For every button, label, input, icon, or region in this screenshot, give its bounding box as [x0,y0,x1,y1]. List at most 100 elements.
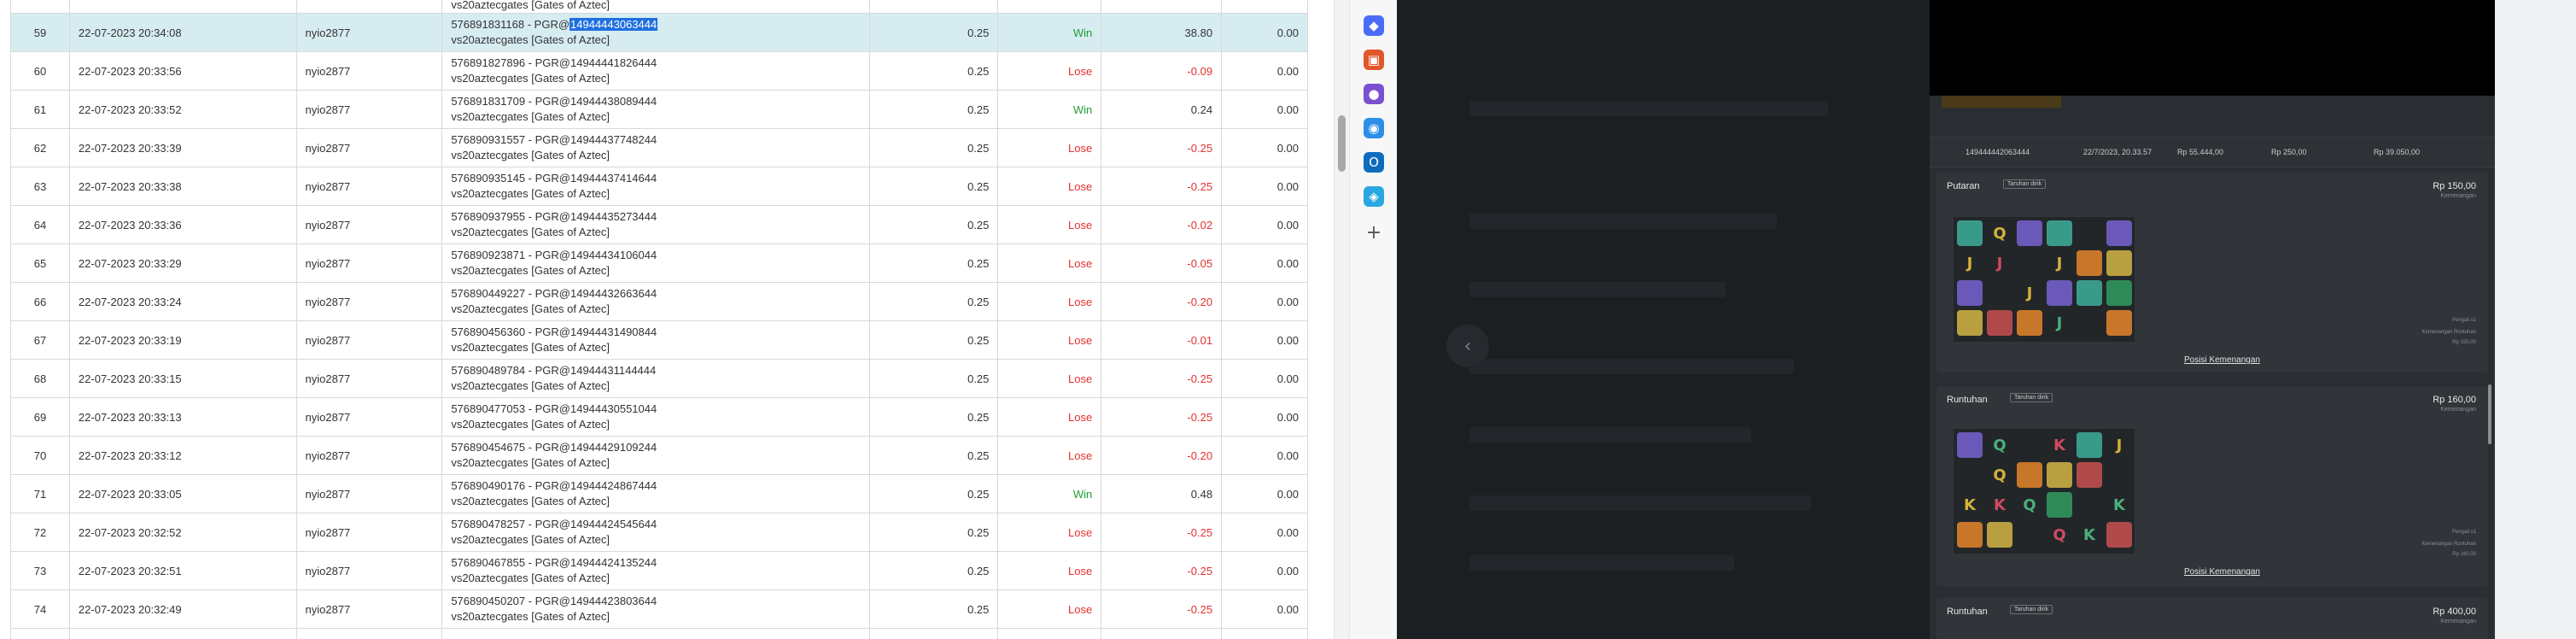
ref-line1: 576891831709 - PGR@14944438089444 [451,94,860,109]
ghost-row [1469,427,1751,443]
slot-symbol-icon [2106,280,2132,306]
row-balance: 0.00 [1221,320,1308,360]
row-winloss: 38.80 [1101,13,1223,52]
table-row[interactable]: 61 22-07-2023 20:33:52 nyio2877 57689183170… [10,90,1308,129]
row-result: Lose [997,513,1102,552]
row-reference: 576891831168 - PGR@14944443063444 vs20azt… [441,13,870,52]
table-row[interactable]: 67 22-07-2023 20:33:19 nyio2877 57689045636… [10,320,1308,360]
row-number: 62 [10,128,70,167]
table-row[interactable]: 59 22-07-2023 20:34:08 nyio2877 57689183116… [10,13,1308,52]
table-row[interactable]: 70 22-07-2023 20:33:12 nyio2877 57689045467… [10,436,1308,475]
slot-symbol-icon [1957,310,1983,336]
row-result: Win [997,13,1102,52]
row-winloss: -0.05 [1101,243,1223,283]
row-result: Win [997,90,1102,129]
table-row[interactable]: 60 22-07-2023 20:33:56 nyio2877 57689182789… [10,51,1308,91]
row-reference: 576890477053 - PGR@14944430551044 vs20azt… [441,397,870,437]
slot-symbol-icon: J [1966,254,1973,273]
table-row-partial[interactable]: vs20aztecgates [Gates of Aztec] [10,0,1308,14]
table-row[interactable]: 66 22-07-2023 20:33:24 nyio2877 57689044922… [10,282,1308,321]
row-number: 70 [10,436,70,475]
table-row[interactable]: 74 22-07-2023 20:32:49 nyio2877 57689045020… [10,589,1308,629]
ref-prefix: 576890450207 - PGR@14944423803644 [451,595,657,607]
row-date: 22-07-2023 20:32:52 [68,513,297,552]
table-row[interactable]: 65 22-07-2023 20:33:29 nyio2877 57689092387… [10,243,1308,283]
slot-symbol-icon [2106,310,2132,336]
note-multiplier: Pengali x1 [2451,530,2476,535]
toolbox-icon[interactable]: ▣ [1364,50,1384,70]
row-date: 22-07-2023 20:33:19 [68,320,297,360]
ref-prefix: 576890489784 - PGR@14944431144444 [451,364,657,377]
section-badge: Taruhan dirik [2003,179,2047,189]
row-reference: 576890931557 - PGR@14944437748244 vs20azt… [441,128,870,167]
ghost-row [1469,214,1777,229]
win-position-link[interactable]: Posisi Kemenangan [2184,355,2260,365]
table-row[interactable]: 71 22-07-2023 20:33:05 nyio2877 57689049017… [10,474,1308,513]
ref-prefix: 576890467855 - PGR@14944424135244 [451,556,657,569]
ref-line1: 576891827896 - PGR@14944441826444 [451,56,860,71]
row-bet: 0.25 [868,205,999,244]
row-result: Lose [997,320,1102,360]
table-row[interactable]: 62 22-07-2023 20:33:39 nyio2877 57689093155… [10,128,1308,167]
row-number: 67 [10,320,70,360]
ref-line2: vs20aztecgates [Gates of Aztec] [451,418,610,431]
ref-prefix: 576890937955 - PGR@14944435273444 [451,210,657,223]
tag-icon[interactable]: ◆ [1364,15,1384,36]
row-number [10,628,70,639]
spin-detail-panel: 149444442063444 22/7/2023, 20.33.57 Rp 5… [1930,0,2495,639]
ref-prefix: 576890456360 - PGR@14944431490844 [451,325,657,338]
row-reference: 576890467855 - PGR@14944424135244 vs20azt… [441,551,870,590]
ref-prefix: 576891827896 - PGR@14944441826444 [451,56,657,69]
slot-symbol-icon [2047,462,2072,488]
row-username: nyio2877 [295,13,443,52]
table-row[interactable]: 576890107843 - PGR@14944423389244 [10,628,1308,639]
ref-line2: vs20aztecgates [Gates of Aztec] [451,341,610,354]
ref-prefix: 576890478257 - PGR@14944424545644 [451,518,657,531]
table-row[interactable]: 64 22-07-2023 20:33:36 nyio2877 57689093795… [10,205,1308,244]
row-result: Win [997,474,1102,513]
table-row[interactable]: 72 22-07-2023 20:32:52 nyio2877 57689047825… [10,513,1308,552]
row-bet: 0.25 [868,397,999,437]
section-title: Runtuhan [1947,607,1988,617]
people-icon[interactable]: ● [1364,84,1384,104]
row-date: 22-07-2023 20:34:08 [68,13,297,52]
row-number: 73 [10,551,70,590]
table-row[interactable]: 68 22-07-2023 20:33:15 nyio2877 57689048978… [10,359,1308,398]
ref-line2: vs20aztecgates [Gates of Aztec] [451,302,610,315]
shopping-icon[interactable]: ◈ [1364,186,1384,207]
row-number: 61 [10,90,70,129]
ref-line2: vs20aztecgates [Gates of Aztec] [451,149,610,161]
slot-symbol-icon: J [2116,436,2123,454]
slot-symbol-icon: J [1996,254,2003,273]
row-number: 69 [10,397,70,437]
row-balance: 0.00 [1221,397,1308,437]
table-row[interactable]: 63 22-07-2023 20:33:38 nyio2877 57689093514… [10,167,1308,206]
row-number: 72 [10,513,70,552]
row-balance: 0.00 [1221,90,1308,129]
row-winloss: -0.25 [1101,589,1223,629]
row-username [295,628,443,639]
selected-text-highlight[interactable]: 14944443063444 [570,18,658,31]
scrollbar-thumb[interactable] [1338,115,1346,172]
note-cascade-win: Kemenangan Runtuhan [2421,330,2476,335]
row-date: 22-07-2023 20:33:56 [68,51,297,91]
detail-scrollbar[interactable] [2488,384,2491,444]
row-reference: 576890935145 - PGR@14944437414644 vs20azt… [441,167,870,206]
previous-arrow-icon[interactable]: ‹ [1446,325,1489,367]
row-date: 22-07-2023 20:33:52 [68,90,297,129]
row-bet: 0.25 [868,282,999,321]
slot-symbol-icon [2106,250,2132,276]
add-icon[interactable]: + [1364,222,1384,243]
outlook-icon[interactable]: O [1364,152,1384,173]
copilot-icon[interactable]: ◉ [1364,118,1384,138]
cascade-section: Runtuhan Taruhan dirik Rp 400,00 Kemenan… [1936,598,2488,639]
ref-line2: vs20aztecgates [Gates of Aztec] [451,379,610,392]
table-row[interactable]: 69 22-07-2023 20:33:13 nyio2877 57689047705… [10,397,1308,437]
vertical-scrollbar[interactable] [1334,0,1349,639]
row-reference: 576890107843 - PGR@14944423389244 [441,628,870,639]
slot-symbol-icon: J [2056,314,2063,332]
row-winloss: -0.25 [1101,551,1223,590]
table-row[interactable]: 73 22-07-2023 20:32:51 nyio2877 57689046785… [10,551,1308,590]
slot-symbol-icon: K [1994,495,2006,514]
win-position-link[interactable]: Posisi Kemenangan [2184,567,2260,577]
